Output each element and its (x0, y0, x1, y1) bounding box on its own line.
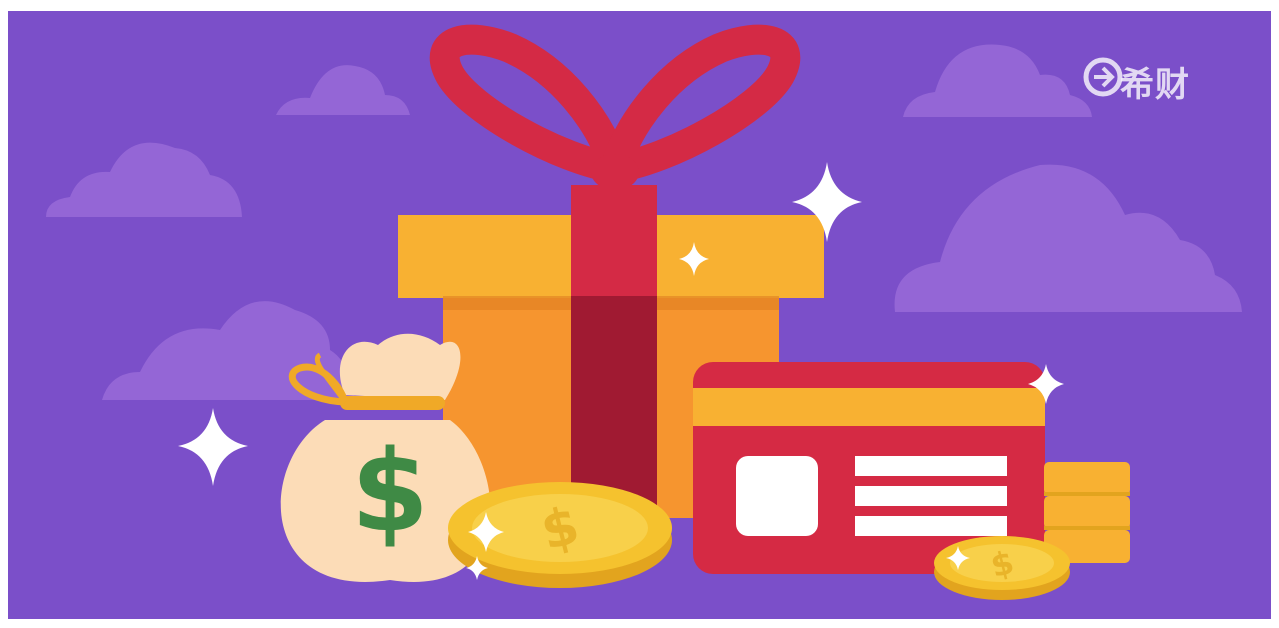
card-line (855, 456, 1007, 476)
card-line (855, 516, 1007, 536)
watermark-text: 希财 (1120, 65, 1190, 105)
gift-illustration: $ $ $ (0, 0, 1279, 628)
card-chip (736, 456, 818, 536)
dollar-sign-icon: $ (351, 427, 429, 557)
card-line (855, 486, 1007, 506)
gold-coin-small: $ (934, 536, 1070, 600)
gift-ribbon-top (571, 185, 657, 298)
